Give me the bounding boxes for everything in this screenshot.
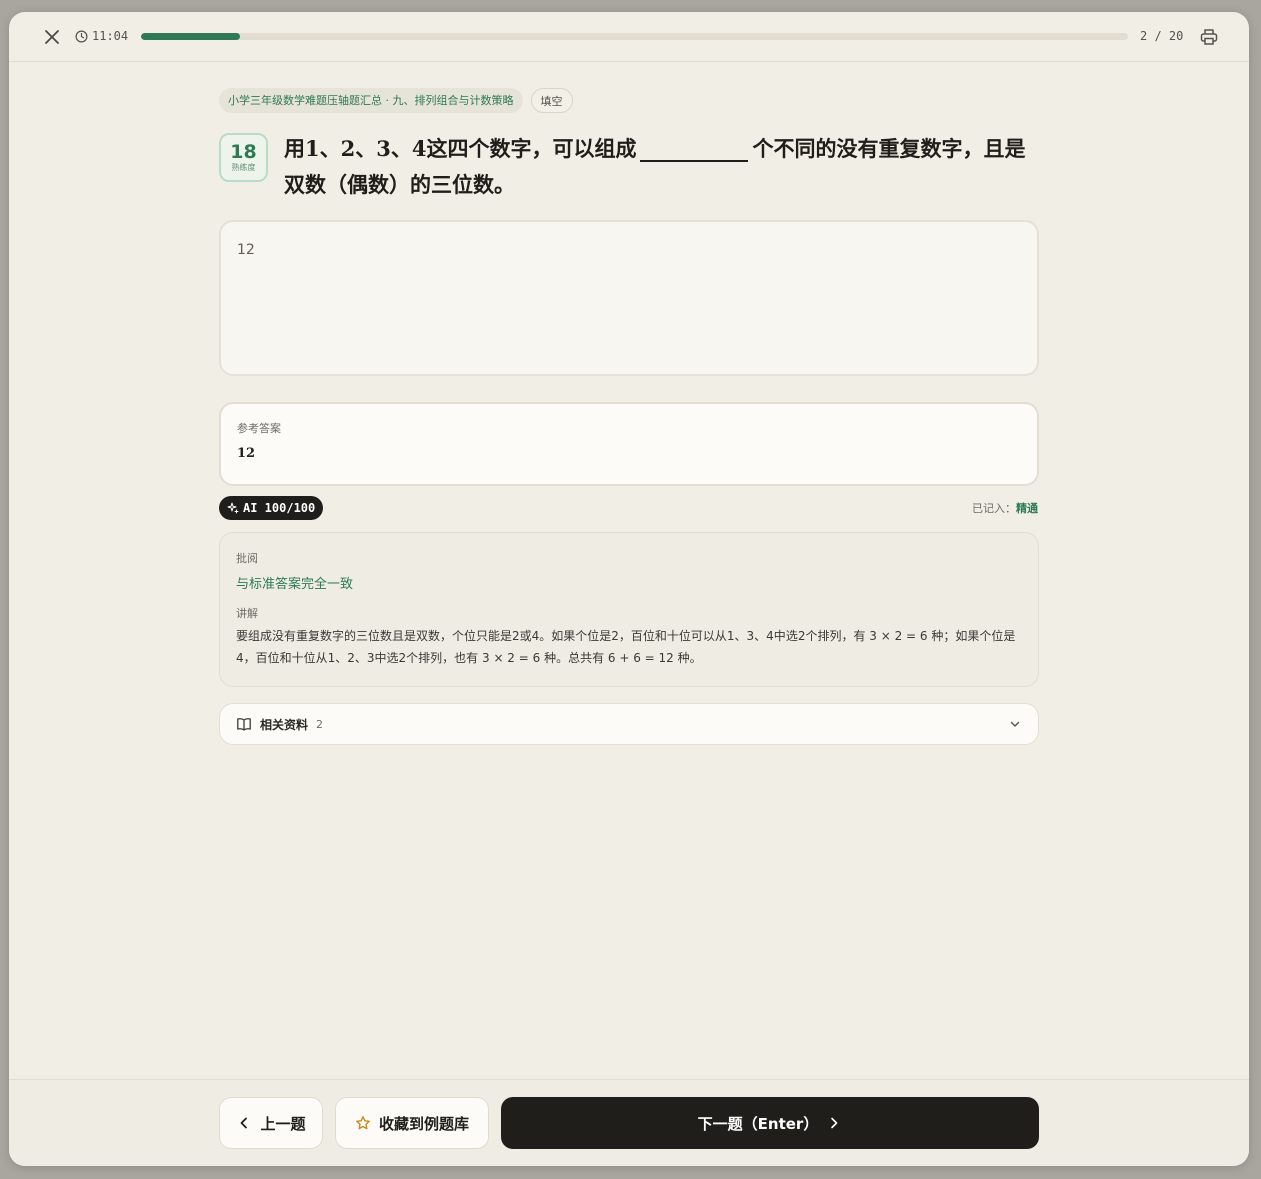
review-verdict: 与标准答案完全一致	[236, 577, 354, 592]
next-question-label: 下一题（Enter）	[697, 1114, 819, 1133]
answer-input-value: 12	[237, 242, 255, 258]
progress-fill	[141, 33, 240, 40]
star-icon	[356, 1116, 370, 1130]
timer: 11:04	[75, 29, 128, 43]
prev-question-label: 上一题	[260, 1114, 306, 1133]
progress-bar	[141, 33, 1128, 40]
ai-score-text: AI 100/100	[243, 501, 316, 515]
answer-input[interactable]: 12	[219, 220, 1039, 376]
chevron-down-icon	[1010, 721, 1020, 727]
recorded-status: 已记入：精通	[972, 500, 1038, 516]
clock-icon	[75, 30, 88, 42]
question-text: 用1、2、3、4这四个数字，可以组成 个不同的没有重复数字，且是双数（偶数）的三位…	[284, 131, 1044, 203]
reference-answer-label: 参考答案	[237, 422, 281, 435]
proficiency-badge: 18 熟练度	[219, 133, 268, 182]
chevron-left-icon	[241, 1117, 248, 1129]
proficiency-number: 18	[230, 141, 257, 163]
question-type-tag: 填空	[530, 88, 573, 113]
related-materials-label: 相关资料	[260, 717, 309, 732]
practice-window: 11:04 2 / 20 小学三年级数学难题压轴题汇总 · 九、排列组合与计数策…	[9, 12, 1249, 1166]
recorded-level: 精通	[1016, 502, 1038, 515]
footer-bar: 上一题 收藏到例题库 下一题（Enter）	[9, 1079, 1249, 1166]
timer-text: 11:04	[92, 29, 129, 43]
next-question-button[interactable]: 下一题（Enter）	[501, 1097, 1039, 1149]
add-to-library-button[interactable]: 收藏到例题库	[335, 1097, 489, 1149]
sparkle-icon	[227, 502, 239, 514]
question-counter: 2 / 20	[1140, 29, 1184, 43]
close-icon[interactable]	[42, 27, 62, 47]
related-materials-toggle[interactable]: 相关资料 2	[219, 703, 1039, 745]
proficiency-label: 熟练度	[231, 163, 256, 172]
question-tags: 小学三年级数学难题压轴题汇总 · 九、排列组合与计数策略 填空	[219, 88, 573, 113]
reference-answer-value: 12	[237, 446, 256, 461]
prev-question-button[interactable]: 上一题	[219, 1097, 323, 1149]
add-to-library-label: 收藏到例题库	[378, 1114, 469, 1133]
top-bar: 11:04 2 / 20	[9, 12, 1249, 62]
recorded-label: 已记入：	[972, 502, 1016, 515]
related-materials-count: 2	[316, 717, 324, 731]
review-label: 批阅	[236, 552, 258, 565]
question-text-before: 用1、2、3、4这四个数字，可以组成	[284, 136, 637, 161]
reference-answer-card: 参考答案 12	[219, 402, 1039, 486]
explanation-label: 讲解	[236, 607, 258, 620]
ai-score-badge: AI 100/100	[219, 496, 324, 520]
answer-blank	[640, 136, 749, 162]
book-icon	[237, 718, 251, 731]
chevron-right-icon	[831, 1117, 838, 1129]
explanation-text: 要组成没有重复数字的三位数且是双数，个位只能是2或4。如果个位是2，百位和十位可…	[236, 629, 1016, 665]
print-icon[interactable]	[1199, 27, 1219, 47]
chapter-tag: 小学三年级数学难题压轴题汇总 · 九、排列组合与计数策略	[219, 88, 523, 113]
review-card: 批阅 与标准答案完全一致 讲解 要组成没有重复数字的三位数且是双数，个位只能是2…	[219, 532, 1039, 687]
